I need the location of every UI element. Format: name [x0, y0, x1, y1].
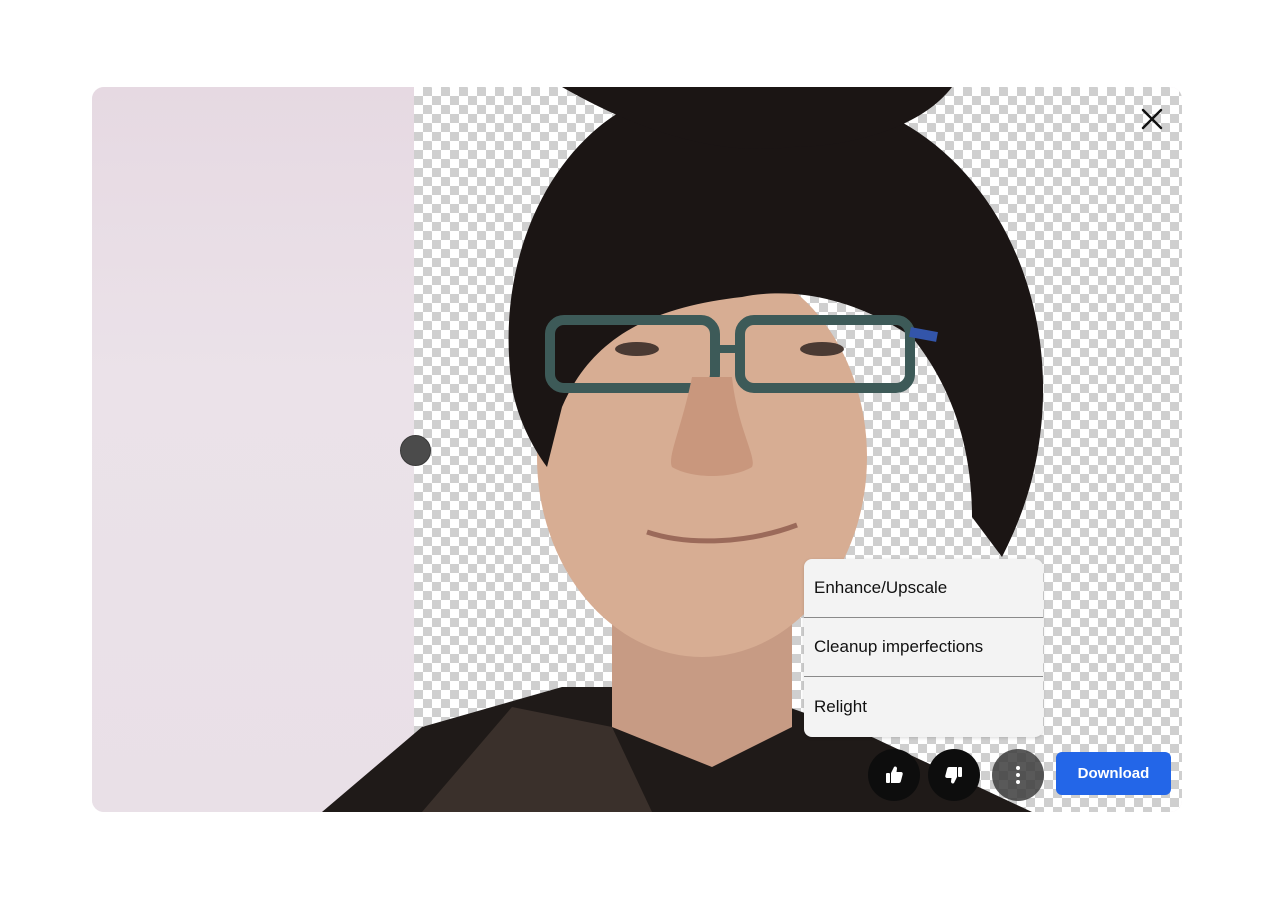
more-vertical-icon	[1016, 766, 1020, 784]
compare-slider-handle[interactable]	[400, 435, 431, 466]
menu-item-enhance-upscale[interactable]: Enhance/Upscale	[804, 559, 1043, 618]
close-icon	[1141, 108, 1163, 130]
menu-item-relight[interactable]: Relight	[804, 677, 1043, 737]
thumbs-down-button[interactable]	[928, 749, 980, 801]
thumbs-down-icon	[945, 767, 962, 784]
more-options-menu: Enhance/Upscale Cleanup imperfections Re…	[804, 559, 1043, 737]
thumbs-up-button[interactable]	[868, 749, 920, 801]
download-button[interactable]: Download	[1056, 752, 1171, 795]
menu-item-cleanup-imperfections[interactable]: Cleanup imperfections	[804, 618, 1043, 677]
more-options-button[interactable]	[992, 749, 1044, 801]
thumbs-up-icon	[886, 766, 903, 783]
close-button[interactable]	[1132, 105, 1172, 133]
